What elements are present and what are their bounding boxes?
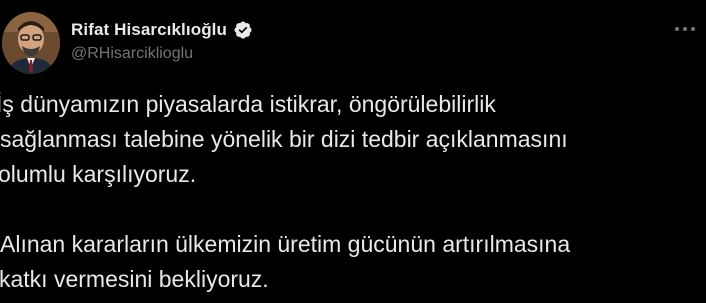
tweet-text: İş dünyamızın piyasalarda istikrar, öngö… [0, 87, 706, 297]
author-name-row[interactable]: Rifat Hisarcıklıoğlu [71, 20, 253, 40]
avatar[interactable] [2, 12, 60, 74]
verified-badge-icon [233, 20, 253, 40]
author-display-name[interactable]: Rifat Hisarcıklıoğlu [71, 20, 227, 40]
tweet-text-line: katkı vermesini bekliyoruz. [0, 266, 269, 292]
avatar-portrait-icon [2, 12, 60, 74]
tweet-card: Rifat Hisarcıklıoğlu @RHisarciklioglu İş… [0, 0, 706, 303]
tweet-text-line: olumlu karşılıyoruz. [0, 161, 197, 187]
tweet-text-line: İş dünyamızın piyasalarda istikrar, öngö… [0, 91, 496, 117]
tweet-text-line: sağlanması talebine yönelik bir dizi ted… [0, 126, 568, 152]
author-handle[interactable]: @RHisarciklioglu [71, 45, 193, 63]
more-options-icon[interactable] [672, 18, 698, 40]
tweet-text-line: Alınan kararların ülkemizin üretim gücün… [0, 231, 571, 257]
